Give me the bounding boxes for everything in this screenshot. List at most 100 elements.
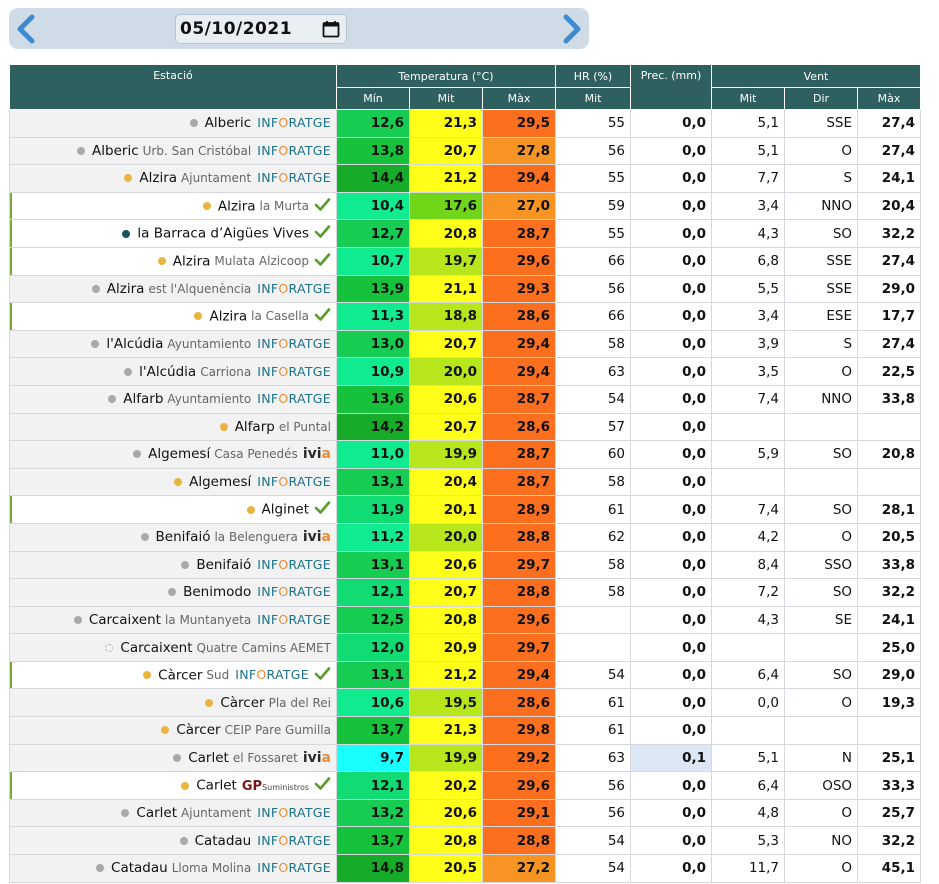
table-row[interactable]: Catadau Lloma Molina INFORATGE 14,8 20,5 27,2…	[9, 854, 922, 883]
table-row[interactable]: la Barraca d’Aigües Vives 12,7 20,8 28,7 55 0…	[9, 219, 922, 248]
station-cell[interactable]: l'Alcúdia Carriona INFORATGE	[9, 357, 337, 386]
table-row[interactable]: Alfarp el Puntal 14,2 20,7 28,6 57 0,0	[9, 412, 922, 442]
station-cell[interactable]: Càrcer Sud INFORATGE	[9, 660, 337, 690]
station-name[interactable]: l'Alcúdia	[139, 364, 196, 380]
station-cell[interactable]: Algemesí INFORATGE	[9, 467, 337, 497]
station-name[interactable]: Catadau	[111, 860, 168, 876]
station-cell[interactable]: Alberic Urb. San Cristóbal INFORATGE	[9, 136, 337, 166]
prev-day-button[interactable]	[11, 12, 41, 45]
station-cell[interactable]: Alzira est l'Alquenència INFORATGE	[9, 274, 337, 304]
table-row[interactable]: Alfarb Ayuntamiento INFORATGE 13,6 20,6 28,7 5…	[9, 384, 922, 414]
table-row[interactable]: Càrcer CEIP Pare Gumilla 13,7 21,3 29,8 61 0,0	[9, 716, 922, 745]
station-cell[interactable]: Carlet GPSuministros	[9, 771, 337, 800]
calendar-icon[interactable]	[322, 20, 340, 42]
station-cell[interactable]: Benifaió INFORATGE	[9, 550, 337, 580]
header-wind-max[interactable]: Màx	[857, 87, 922, 110]
station-name[interactable]: Alzira	[107, 281, 145, 297]
station-name[interactable]: Benifaió	[196, 557, 251, 573]
next-day-button[interactable]	[557, 12, 587, 45]
table-row[interactable]: Carcaixent la Muntanyeta INFORATGE 12,5 20,8…	[9, 605, 922, 635]
header-wind-dir[interactable]: Dir	[784, 87, 859, 110]
station-name[interactable]: Alfarb	[123, 391, 163, 407]
table-row[interactable]: Algemesí Casa Penedés ivia 11,0 19,9 28,7 60 0,…	[9, 440, 922, 469]
station-name[interactable]: la Barraca d’Aigües Vives	[137, 226, 309, 242]
station-cell[interactable]: Alfarp el Puntal	[9, 412, 337, 442]
station-cell[interactable]: Carlet el Fossaret ivia	[9, 743, 337, 773]
station-cell[interactable]: Catadau INFORATGE	[9, 826, 337, 856]
station-name[interactable]: l'Alcúdia	[106, 336, 163, 352]
station-cell[interactable]: Alberic INFORATGE	[9, 109, 337, 138]
station-name[interactable]: Benifaió	[156, 529, 211, 545]
table-row[interactable]: Carlet el Fossaret ivia 9,7 19,9 29,2 63 0,1 5,1…	[9, 743, 922, 773]
station-name[interactable]: Alzira	[139, 170, 177, 186]
table-row[interactable]: Alzira la Murta 10,4 17,6 27,0 59 0,0 3,4 NNO 20,…	[9, 191, 922, 221]
station-name[interactable]: Alfarp	[235, 419, 275, 435]
station-cell[interactable]: l'Alcúdia Ayuntamiento INFORATGE	[9, 329, 337, 359]
station-cell[interactable]: Benifaió la Belenguera ivia	[9, 522, 337, 552]
station-cell[interactable]: Benimodo INFORATGE	[9, 578, 337, 607]
date-input[interactable]: 05/10/2021	[175, 14, 347, 44]
station-name[interactable]: Càrcer	[158, 667, 202, 683]
header-hr-mit[interactable]: Mit	[555, 87, 632, 110]
station-cell[interactable]: Catadau Lloma Molina INFORATGE	[9, 854, 337, 883]
station-cell[interactable]: Càrcer CEIP Pare Gumilla	[9, 716, 337, 745]
table-row[interactable]: Alzira Ajuntament INFORATGE 14,4 21,2 29,4 55 0…	[9, 164, 922, 193]
table-row[interactable]: l'Alcúdia Ayuntamiento INFORATGE 13,0 20,7 29…	[9, 329, 922, 359]
header-temperature[interactable]: Temperatura (°C)	[335, 64, 557, 88]
station-cell[interactable]: Càrcer Pla del Rei	[9, 688, 337, 718]
table-row[interactable]: Càrcer Pla del Rei 10,6 19,5 28,6 61 0,0 0,0 O 19…	[9, 688, 922, 718]
table-row[interactable]: Alberic INFORATGE 12,6 21,3 29,5 55 0,0 5,1 SSE 2…	[9, 109, 922, 138]
station-name[interactable]: Carlet	[136, 805, 177, 821]
header-temp-max[interactable]: Màx	[481, 87, 557, 110]
table-row[interactable]: Benimodo INFORATGE 12,1 20,7 28,8 58 0,0 7,2 SO 3…	[9, 578, 922, 607]
header-station[interactable]: Estació	[9, 64, 337, 110]
header-wind[interactable]: Vent	[711, 64, 922, 88]
station-cell[interactable]: Carcaixent la Muntanyeta INFORATGE	[9, 605, 337, 635]
header-wind-mit[interactable]: Mit	[711, 87, 786, 110]
table-row[interactable]: Alzira est l'Alquenència INFORATGE 13,9 21,1…	[9, 274, 922, 304]
station-name[interactable]: Alberic	[92, 143, 139, 159]
table-row[interactable]: l'Alcúdia Carriona INFORATGE 10,9 20,0 29,4 63…	[9, 357, 922, 386]
station-name[interactable]: Alzira	[173, 253, 211, 269]
station-name[interactable]: Càrcer	[176, 722, 220, 738]
table-row[interactable]: Catadau INFORATGE 13,7 20,8 28,8 54 0,0 5,3 NO 32…	[9, 826, 922, 856]
station-cell[interactable]: Alzira Mulata Alzicoop	[9, 246, 337, 276]
table-row[interactable]: Alzira la Casella 11,3 18,8 28,6 66 0,0 3,4 ESE 1…	[9, 302, 922, 331]
station-name[interactable]: Alzira	[209, 308, 247, 324]
station-name[interactable]: Carcaixent	[89, 612, 161, 628]
station-name[interactable]: Carlet	[188, 750, 229, 766]
station-cell[interactable]: Alzira la Casella	[9, 302, 337, 331]
station-cell[interactable]: Carlet Ajuntament INFORATGE	[9, 798, 337, 828]
table-row[interactable]: Alberic Urb. San Cristóbal INFORATGE 13,8 20…	[9, 136, 922, 166]
station-cell[interactable]: Alzira la Murta	[9, 191, 337, 221]
station-name[interactable]: Alzira	[218, 198, 256, 214]
station-name[interactable]: Algemesí	[189, 474, 251, 490]
header-prec[interactable]: Prec. (mm)	[630, 64, 713, 110]
station-name[interactable]: Alberic	[205, 115, 252, 131]
header-temp-min[interactable]: Mín	[336, 87, 410, 110]
table-row[interactable]: Càrcer Sud INFORATGE 13,1 21,2 29,4 54 0,0 6,4 SO…	[9, 660, 922, 690]
station-name[interactable]: Càrcer	[220, 695, 264, 711]
station-name[interactable]: Carlet	[196, 778, 237, 794]
station-cell[interactable]: Algemesí Casa Penedés ivia	[9, 440, 337, 469]
header-hr[interactable]: HR (%)	[555, 64, 632, 88]
station-cell[interactable]: Alzira Ajuntament INFORATGE	[9, 164, 337, 193]
table-row[interactable]: Benifaió la Belenguera ivia 11,2 20,0 28,8 62 0…	[9, 522, 922, 552]
station-cell[interactable]: la Barraca d’Aigües Vives	[9, 219, 337, 248]
table-row[interactable]: Carcaixent Quatre Camins AEMET 12,0 20,9 29,…	[9, 633, 922, 662]
station-name[interactable]: Benimodo	[183, 584, 251, 600]
station-name[interactable]: Catadau	[195, 833, 252, 849]
station-cell[interactable]: Carcaixent Quatre Camins AEMET	[9, 633, 337, 662]
table-row[interactable]: Carlet Ajuntament INFORATGE 13,2 20,6 29,1 56 0…	[9, 798, 922, 828]
table-row[interactable]: Algemesí INFORATGE 13,1 20,4 28,7 58 0,0	[9, 467, 922, 497]
header-temp-mit[interactable]: Mit	[409, 87, 483, 110]
station-name[interactable]: Algemesí	[148, 446, 210, 462]
station-cell[interactable]: Alginet	[9, 495, 337, 524]
station-cell[interactable]: Alfarb Ayuntamiento INFORATGE	[9, 384, 337, 414]
station-name[interactable]: Carcaixent	[120, 640, 192, 656]
table-row[interactable]: Carlet GPSuministros 12,1 20,2 29,6 56 0,0 6,4 O…	[9, 771, 922, 800]
table-row[interactable]: Benifaió INFORATGE 13,1 20,6 29,7 58 0,0 8,4 SSO…	[9, 550, 922, 580]
table-row[interactable]: Alginet 11,9 20,1 28,9 61 0,0 7,4 SO 28,1	[9, 495, 922, 524]
station-name[interactable]: Alginet	[262, 502, 309, 518]
table-row[interactable]: Alzira Mulata Alzicoop 10,7 19,7 29,6 66 0,0 6,…	[9, 246, 922, 276]
